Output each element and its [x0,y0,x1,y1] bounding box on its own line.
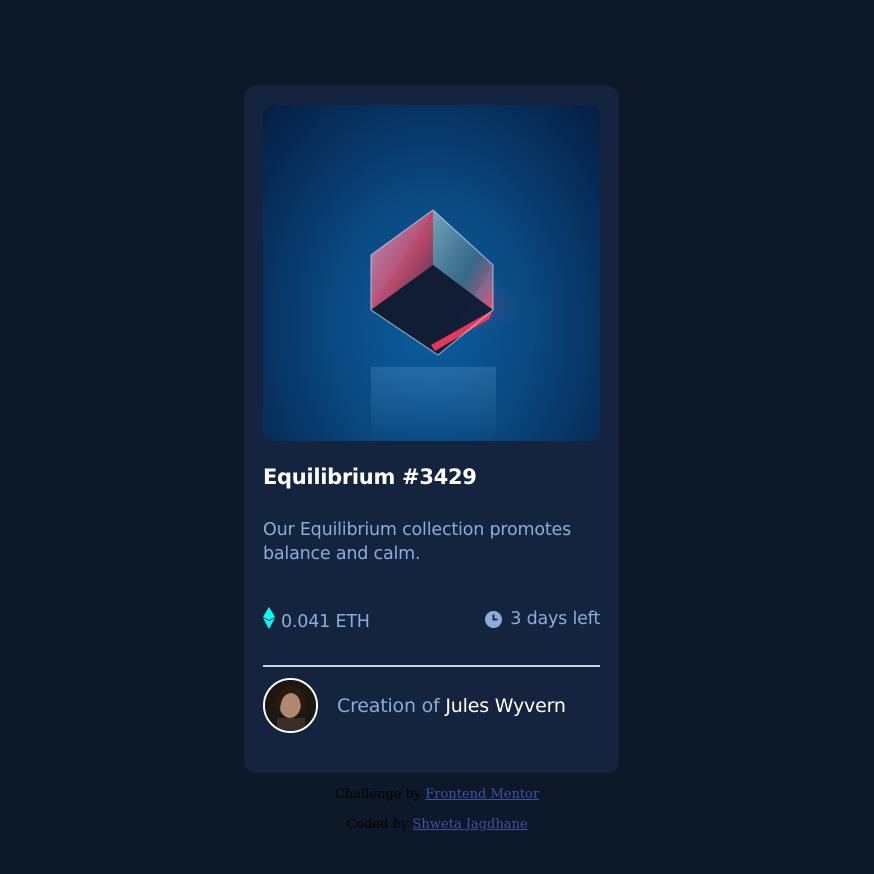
attribution-coded: Coded by Shweta Jagdhane [0,817,874,832]
attribution-challenge: Challenge by Frontend Mentor [0,787,874,802]
divider [263,665,600,667]
nft-title[interactable]: Equilibrium #3429 [263,465,477,489]
creator-name[interactable]: Jules Wyvern [445,695,566,717]
author-link[interactable]: Shweta Jagdhane [413,817,528,832]
equilibrium-image[interactable] [263,105,600,441]
time-left: 3 days left [485,609,600,629]
cube-illustration [370,209,523,441]
price-value: 0.041 ETH [281,612,370,632]
price: 0.041 ETH [263,607,370,632]
creator-line: Creation of Jules Wyvern [337,695,566,717]
challenge-prefix: Challenge by [334,787,422,802]
creator-avatar [263,678,318,733]
nft-stats: 0.041 ETH 3 days left [263,607,600,635]
time-left-value: 3 days left [510,609,600,629]
creator-prefix: Creation of [337,694,440,717]
nft-card: Equilibrium #3429 Our Equilibrium collec… [244,86,619,773]
coded-prefix: Coded by [346,817,409,832]
frontend-mentor-link[interactable]: Frontend Mentor [425,787,539,802]
creator: Creation of Jules Wyvern [263,678,566,733]
clock-icon [485,610,503,628]
nft-description: Our Equilibrium collection promotes bala… [263,520,571,564]
ethereum-icon [263,607,275,629]
